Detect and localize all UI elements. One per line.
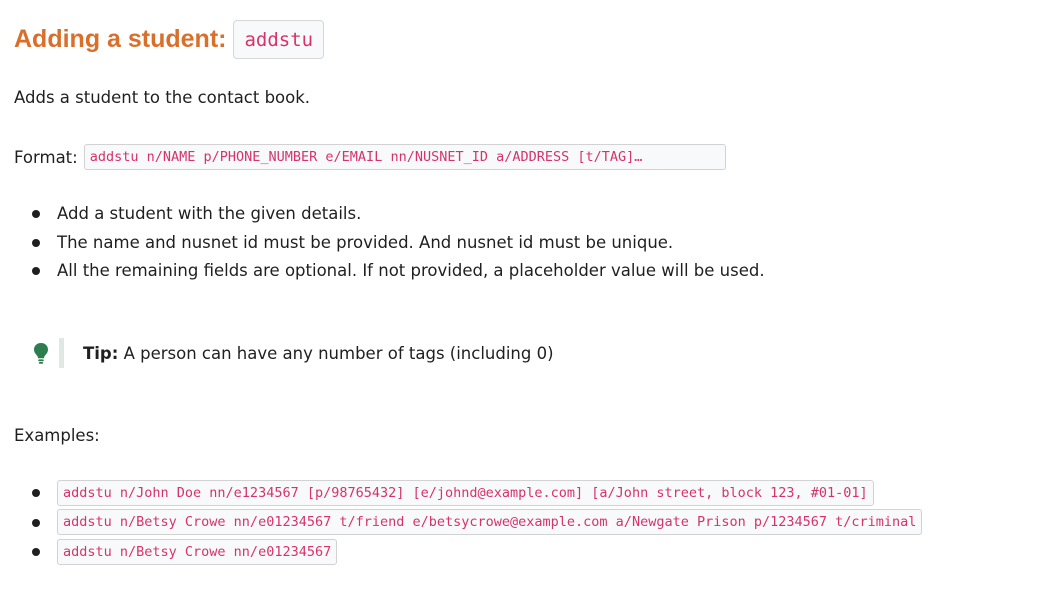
bullet-dot xyxy=(32,238,40,247)
tip-callout: Tip: A person can have any number of tag… xyxy=(32,338,554,368)
tip-text: Tip: A person can have any number of tag… xyxy=(83,344,554,363)
bullet-dot xyxy=(32,518,40,527)
bullet-dot xyxy=(32,548,40,556)
heading-title: Adding a student: xyxy=(14,25,227,53)
bullet-dot xyxy=(32,210,40,218)
example-code: addstu n/Betsy Crowe nn/e01234567 xyxy=(57,538,338,565)
list-item: All the remaining fields are optional. I… xyxy=(14,257,765,286)
tip-label: Tip: xyxy=(83,343,119,363)
section-heading: Adding a student: addstu xyxy=(14,20,325,59)
example-code: addstu n/Betsy Crowe nn/e01234567 t/frie… xyxy=(57,509,923,536)
examples-label: Examples: xyxy=(14,426,100,445)
lightbulb-icon xyxy=(32,341,50,365)
details-list: Add a student with the given details. Th… xyxy=(14,200,765,286)
format-label: Format: xyxy=(14,147,78,167)
list-item: The name and nusnet id must be provided.… xyxy=(14,229,765,258)
list-item-text: All the remaining fields are optional. I… xyxy=(57,261,765,280)
list-item: addstu n/Betsy Crowe nn/e01234567 xyxy=(14,537,922,567)
list-item: Add a student with the given details. xyxy=(14,200,765,229)
list-item-text: The name and nusnet id must be provided.… xyxy=(57,232,674,252)
bullet-dot xyxy=(32,267,40,275)
bullet-dot xyxy=(32,489,40,497)
format-code: addstu n/NAME p/PHONE_NUMBER e/EMAIL nn/… xyxy=(83,144,726,170)
example-code: addstu n/John Doe nn/e1234567 [p/9876543… xyxy=(57,479,874,506)
list-item: addstu n/John Doe nn/e1234567 [p/9876543… xyxy=(14,478,922,508)
list-item-text: Add a student with the given details. xyxy=(57,204,362,223)
list-item: addstu n/Betsy Crowe nn/e01234567 t/frie… xyxy=(14,508,923,538)
heading-command-code: addstu xyxy=(233,20,325,59)
examples-list: addstu n/John Doe nn/e1234567 [p/9876543… xyxy=(14,478,923,567)
description-text: Adds a student to the contact book. xyxy=(14,88,311,107)
tip-border xyxy=(59,338,64,368)
tip-body: A person can have any number of tags (in… xyxy=(118,343,554,363)
format-row: Format: addstu n/NAME p/PHONE_NUMBER e/E… xyxy=(14,144,726,170)
